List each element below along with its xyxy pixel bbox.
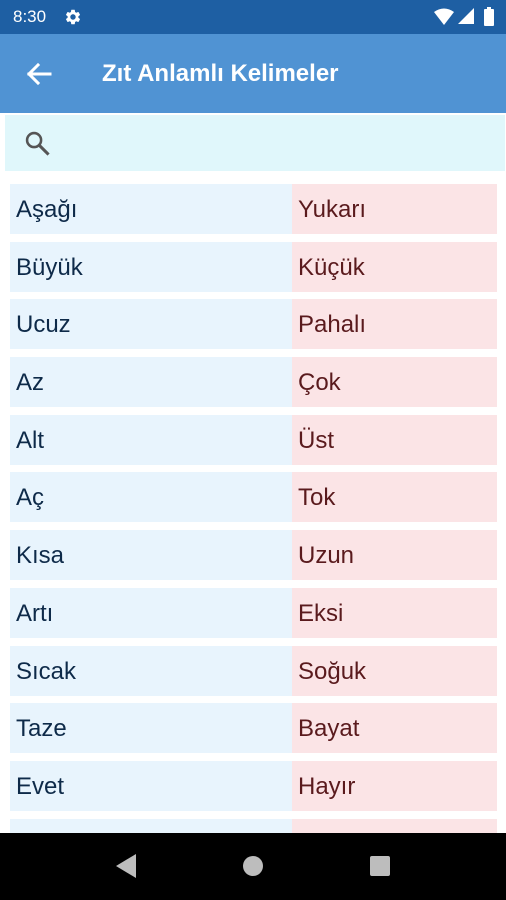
word-pair-row[interactable]: Alt Üst — [10, 414, 497, 465]
battery-icon — [484, 7, 494, 26]
search-input[interactable] — [65, 125, 489, 163]
word-cell: Alt — [10, 414, 292, 465]
opposite-word-cell: Küçük — [292, 241, 497, 292]
page-title: Zıt Anlamlı Kelimeler — [102, 60, 339, 87]
opposite-word-cell — [292, 818, 497, 834]
opposite-word-cell: Bayat — [292, 703, 497, 754]
word-pair-row[interactable]: Artı Eksi — [10, 587, 497, 638]
opposite-word-cell: Çok — [292, 357, 497, 408]
back-button[interactable] — [20, 56, 60, 92]
word-pair-row[interactable]: Az Çok — [10, 357, 497, 408]
word-pair-list: Aşağı Yukarı Büyük Küçük Ucuz Pahalı Az Çok Alt Ü… — [10, 184, 497, 834]
word-cell: Ucuz — [10, 299, 292, 350]
status-time: 8:30 — [13, 7, 47, 26]
word-cell — [10, 818, 292, 834]
word-cell: Artı — [10, 587, 292, 638]
opposite-word-cell: Eksi — [292, 587, 497, 638]
status-bar: 8:30 — [0, 0, 506, 34]
word-pair-row[interactable]: Büyük Küçük — [10, 241, 497, 292]
app-bar: Zıt Anlamlı Kelimeler — [0, 34, 506, 113]
wifi-icon — [434, 8, 454, 25]
word-cell: Aşağı — [10, 184, 292, 234]
word-pair-row[interactable]: Aşağı Yukarı — [10, 184, 497, 234]
word-cell: Kısa — [10, 530, 292, 581]
opposite-word-cell: Pahalı — [292, 299, 497, 350]
word-cell: Evet — [10, 760, 292, 811]
search-bar[interactable] — [5, 115, 505, 171]
word-pair-row[interactable]: Ucuz Pahalı — [10, 299, 497, 350]
word-pair-row[interactable] — [10, 818, 497, 834]
opposite-word-cell: Tok — [292, 472, 497, 523]
gear-icon — [65, 9, 81, 25]
opposite-word-cell: Hayır — [292, 760, 497, 811]
arrow-back-icon — [26, 62, 52, 86]
nav-home-icon[interactable] — [242, 855, 264, 877]
word-cell: Sıcak — [10, 645, 292, 696]
opposite-word-cell: Soğuk — [292, 645, 497, 696]
opposite-word-cell: Uzun — [292, 530, 497, 581]
word-cell: Aç — [10, 472, 292, 523]
signal-icon — [458, 8, 474, 24]
word-cell: Az — [10, 357, 292, 408]
navigation-bar — [0, 833, 506, 900]
word-pair-row[interactable]: Taze Bayat — [10, 703, 497, 754]
nav-back-icon[interactable] — [114, 853, 138, 879]
word-cell: Taze — [10, 703, 292, 754]
nav-recents-icon[interactable] — [370, 856, 390, 876]
word-pair-row[interactable]: Evet Hayır — [10, 760, 497, 811]
word-pair-row[interactable]: Sıcak Soğuk — [10, 645, 497, 696]
opposite-word-cell: Üst — [292, 414, 497, 465]
search-icon — [25, 131, 50, 156]
word-pair-row[interactable]: Aç Tok — [10, 472, 497, 523]
opposite-word-cell: Yukarı — [292, 184, 497, 234]
word-pair-row[interactable]: Kısa Uzun — [10, 530, 497, 581]
word-cell: Büyük — [10, 241, 292, 292]
